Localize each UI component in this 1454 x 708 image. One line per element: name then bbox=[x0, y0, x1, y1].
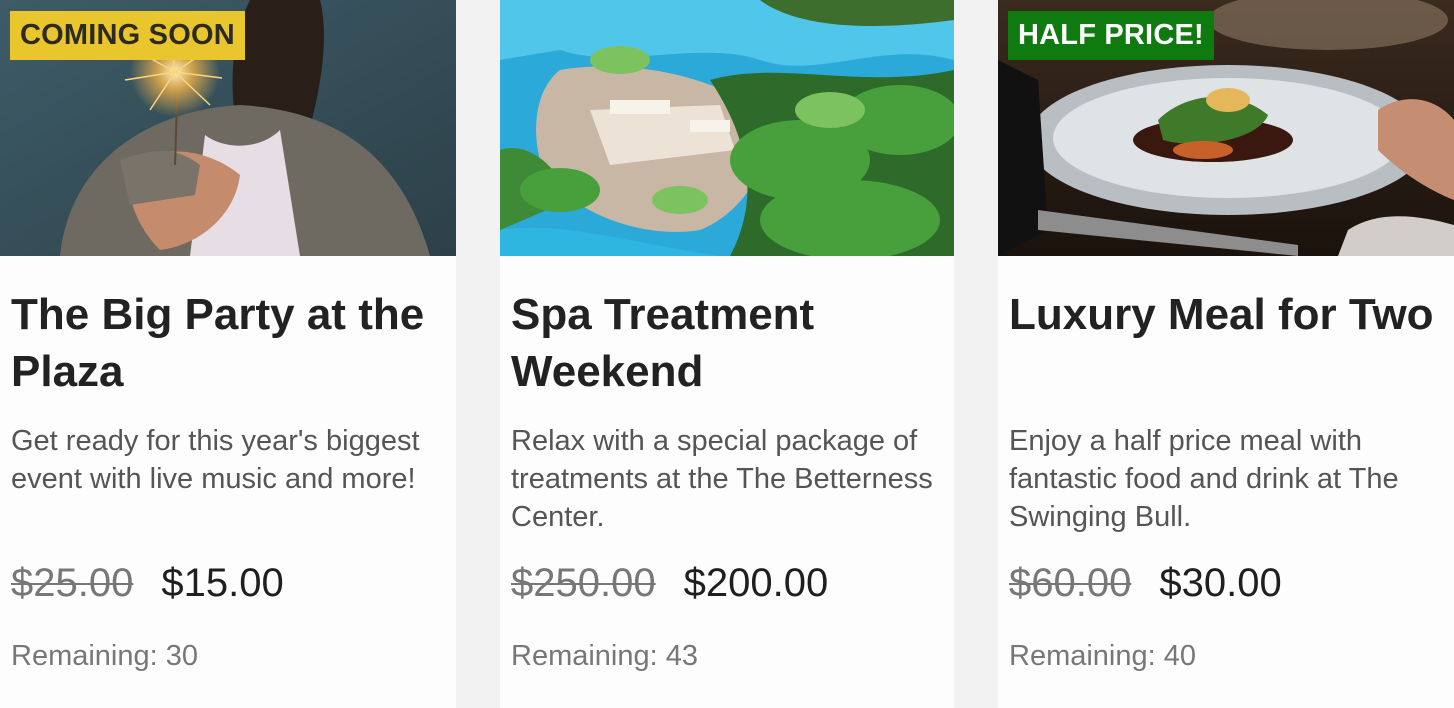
gourmet-meal-image[interactable]: HALF PRICE! bbox=[998, 0, 1454, 256]
deal-description: Relax with a special package of treatmen… bbox=[511, 425, 933, 533]
original-price: $250.00 bbox=[511, 560, 656, 605]
deal-card-meal[interactable]: HALF PRICE! Luxury Meal for Two Enjoy a … bbox=[998, 0, 1454, 708]
half-price-badge: HALF PRICE! bbox=[1008, 11, 1214, 60]
sale-price: $30.00 bbox=[1159, 560, 1282, 605]
remaining-count: Remaining: 40 bbox=[1009, 640, 1196, 672]
sale-price: $200.00 bbox=[683, 560, 829, 605]
original-price: $60.00 bbox=[1009, 560, 1132, 605]
sale-price: $15.00 bbox=[161, 560, 284, 605]
deal-title[interactable]: Spa Treatment Weekend bbox=[511, 286, 951, 400]
party-sparkler-image[interactable]: COMING SOON bbox=[0, 0, 456, 256]
deal-card-spa[interactable]: Spa Treatment Weekend Relax with a speci… bbox=[500, 0, 954, 708]
original-price: $25.00 bbox=[11, 560, 134, 605]
resort-pool-image[interactable] bbox=[500, 0, 954, 256]
price-row: $60.00 $30.00 bbox=[1009, 558, 1282, 608]
price-row: $25.00 $15.00 bbox=[11, 558, 284, 608]
coming-soon-badge: COMING SOON bbox=[10, 11, 245, 60]
deal-title[interactable]: Luxury Meal for Two bbox=[1009, 286, 1449, 343]
remaining-count: Remaining: 30 bbox=[11, 640, 198, 672]
remaining-count: Remaining: 43 bbox=[511, 640, 698, 672]
deal-description: Get ready for this year's biggest event … bbox=[11, 425, 420, 495]
deal-title[interactable]: The Big Party at the Plaza bbox=[11, 286, 451, 400]
deal-description: Enjoy a half price meal with fantastic f… bbox=[1009, 425, 1399, 533]
deal-card-party[interactable]: COMING SOON The Big Party at the Plaza G… bbox=[0, 0, 456, 708]
price-row: $250.00 $200.00 bbox=[511, 558, 828, 608]
